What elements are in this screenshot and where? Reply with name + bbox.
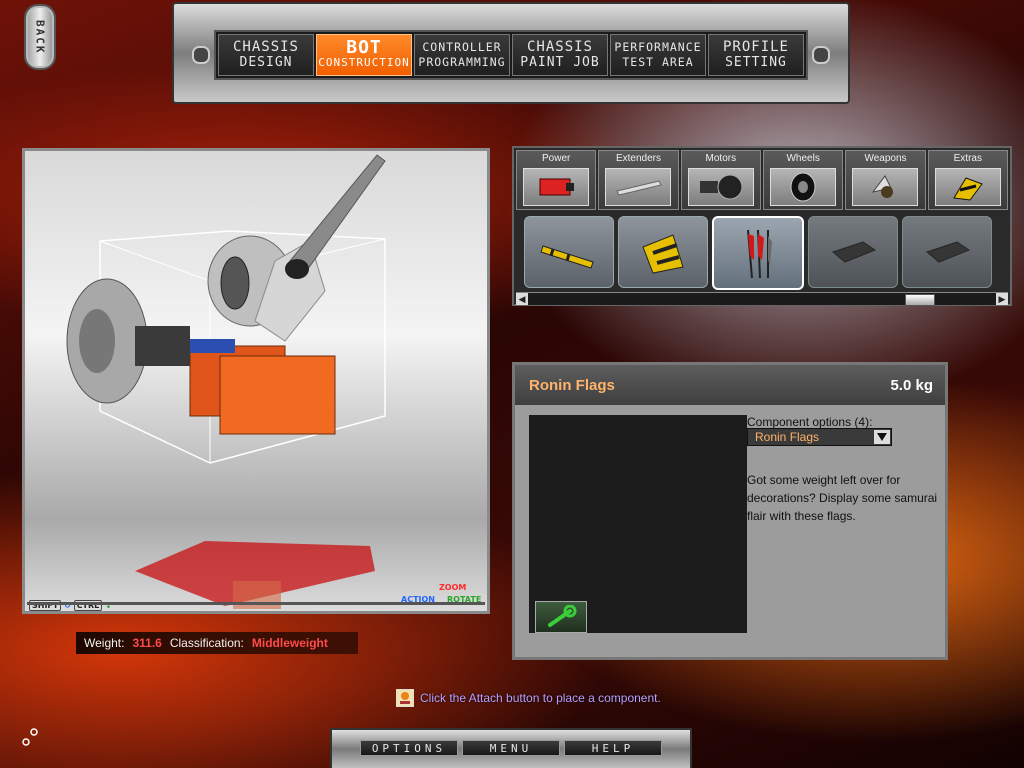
- striped-bar-icon: [540, 245, 594, 269]
- wrench-icon: [548, 605, 577, 627]
- component-options-label: Component options (4):: [747, 415, 873, 429]
- component-item[interactable]: [902, 216, 992, 288]
- spinner-hub: [220, 256, 250, 310]
- tip-bar: Click the Attach button to place a compo…: [396, 689, 661, 707]
- battery-icon: [539, 178, 575, 196]
- info-header: Ronin Flags 5.0 kg: [515, 365, 945, 405]
- tab-performance-test-area[interactable]: PERFORMANCE TEST AREA: [610, 34, 706, 76]
- bot-model-render[interactable]: [25, 151, 487, 611]
- scrollbar-thumb[interactable]: [904, 294, 935, 306]
- help-button[interactable]: HELP: [564, 740, 662, 756]
- weight-label: Weight:: [84, 636, 125, 650]
- tip-text: Click the Attach button to place a compo…: [420, 691, 661, 705]
- tab-bot-construction[interactable]: BOT CONSTRUCTION: [316, 34, 412, 76]
- nav-tab-strip: CHASSIS DESIGN BOT CONSTRUCTION CONTROLL…: [214, 30, 808, 80]
- menu-button[interactable]: MENU: [462, 740, 560, 756]
- ronin-flags-icon: [747, 229, 772, 279]
- striped-flag-icon: [642, 234, 684, 274]
- component-info-panel: Ronin Flags 5.0 kg Component options (4)…: [512, 362, 948, 660]
- tab-chassis-design[interactable]: CHASSIS DESIGN: [218, 34, 314, 76]
- scroll-right-icon[interactable]: ▶: [996, 293, 1008, 305]
- tab-chassis-paint-job[interactable]: CHASSIS PAINT JOB: [512, 34, 608, 76]
- category-wheels[interactable]: Wheels: [762, 150, 844, 210]
- wheel-icon: [790, 172, 816, 202]
- component-description: Got some weight left over for decoration…: [747, 473, 938, 523]
- scroll-left-icon[interactable]: ◀: [516, 293, 528, 305]
- category-power[interactable]: Power: [516, 150, 597, 210]
- component-weight: 5.0 kg: [890, 376, 933, 394]
- extras-icon: [952, 177, 983, 201]
- viewport-bottom-rail: [27, 602, 485, 605]
- rivet-icon: [812, 46, 830, 64]
- back-button[interactable]: BACK: [24, 4, 56, 70]
- category-weapons[interactable]: Weapons: [845, 150, 926, 210]
- rivet-icon: [192, 46, 210, 64]
- weapon-icon: [872, 175, 894, 198]
- component-scrollbar[interactable]: ◀ ▶: [516, 292, 1008, 306]
- component-title: Ronin Flags: [529, 376, 615, 394]
- classification-label: Classification:: [169, 636, 244, 650]
- tab-controller-programming[interactable]: CONTROLLER PROGRAMMING: [414, 34, 510, 76]
- top-navigation: CHASSIS DESIGN BOT CONSTRUCTION CONTROLL…: [172, 2, 850, 104]
- component-item[interactable]: [618, 216, 708, 288]
- component-item[interactable]: [524, 216, 614, 288]
- category-motors[interactable]: Motors: [680, 150, 761, 210]
- category-tabs: Power Extenders Motors Wheels Weapons Ex…: [516, 150, 1008, 210]
- tips-icon: [396, 689, 414, 707]
- selected-option: Ronin Flags: [755, 430, 820, 444]
- motor: [135, 326, 190, 366]
- block-icon: [831, 241, 877, 263]
- tab-profile-setting[interactable]: PROFILE SETTING: [708, 34, 804, 76]
- weight-status-bar: Weight: 311.6 Classification: Middleweig…: [76, 632, 358, 654]
- component-options-select[interactable]: Ronin Flags: [747, 428, 892, 446]
- block-icon: [925, 241, 971, 263]
- spike-weapon: [289, 154, 386, 274]
- component-carousel: [516, 216, 1008, 290]
- component-preview: [529, 415, 747, 633]
- spike-base: [285, 259, 309, 279]
- back-label: BACK: [33, 19, 47, 55]
- motor-icon: [699, 174, 743, 200]
- extender-bar-icon: [616, 180, 663, 196]
- component-item-ronin-flags[interactable]: [712, 216, 804, 290]
- corner-logo-icon: [22, 728, 38, 746]
- wheel-hub: [79, 309, 115, 373]
- category-extenders[interactable]: Extenders: [598, 150, 679, 210]
- component-item[interactable]: [808, 216, 898, 288]
- bot-3d-viewport[interactable]: SHIFT ↻ CTRL ↕ ZOOM ACTION ROTATE: [22, 148, 490, 614]
- category-extras[interactable]: Extras: [927, 150, 1008, 210]
- attach-button[interactable]: [535, 601, 587, 633]
- battery-pack: [219, 355, 336, 435]
- weight-value: 311.6: [132, 636, 162, 650]
- zoom-hint: ZOOM: [439, 583, 467, 592]
- parts-panel: Power Extenders Motors Wheels Weapons Ex…: [512, 146, 1012, 306]
- options-button[interactable]: OPTIONS: [360, 740, 458, 756]
- chevron-down-icon[interactable]: [874, 430, 890, 444]
- classification-value: Middleweight: [251, 636, 328, 650]
- bottom-menu: OPTIONS MENU HELP: [330, 728, 692, 768]
